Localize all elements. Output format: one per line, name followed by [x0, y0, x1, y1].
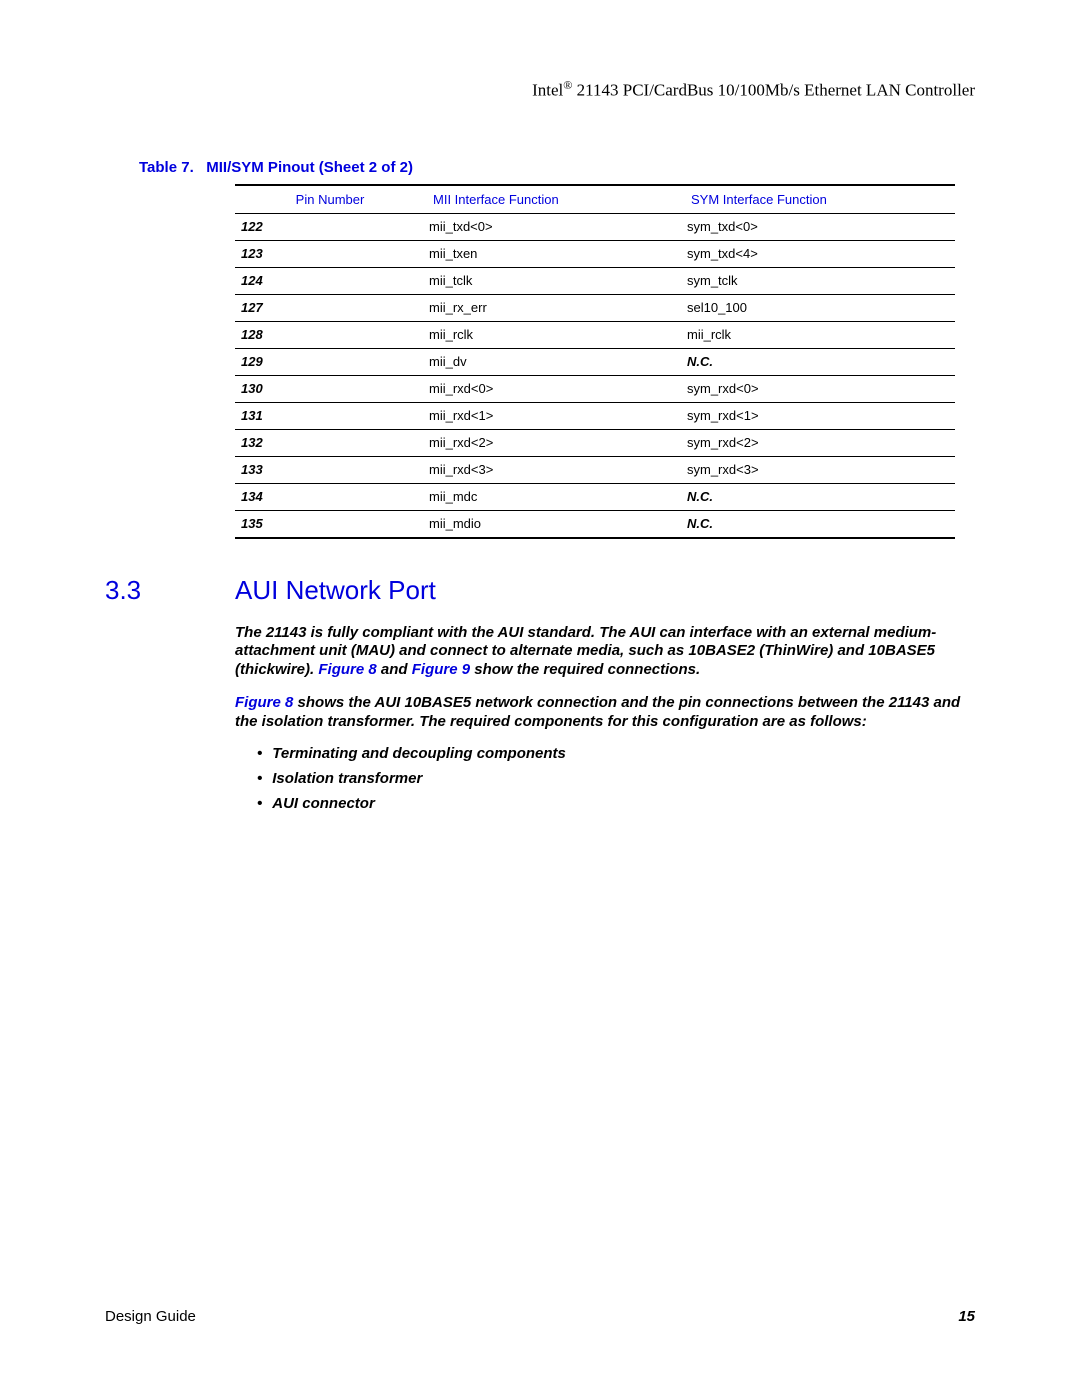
cell-mii: mii_rxd<1>: [425, 402, 683, 429]
cell-pin: 129: [235, 348, 425, 375]
table-row: 123mii_txensym_txd<4>: [235, 240, 955, 267]
cell-pin: 132: [235, 429, 425, 456]
cell-mii: mii_dv: [425, 348, 683, 375]
cell-mii: mii_tclk: [425, 267, 683, 294]
table-row: 134mii_mdcN.C.: [235, 483, 955, 510]
table-header-row: Pin Number MII Interface Function SYM In…: [235, 185, 955, 214]
cell-mii: mii_txd<0>: [425, 213, 683, 240]
table-row: 122mii_txd<0>sym_txd<0>: [235, 213, 955, 240]
footer-left: Design Guide: [105, 1308, 196, 1325]
cell-pin: 127: [235, 294, 425, 321]
table-row: 124mii_tclksym_tclk: [235, 267, 955, 294]
section-heading: 3.3 AUI Network Port: [105, 575, 975, 606]
cell-pin: 124: [235, 267, 425, 294]
cell-sym: sym_rxd<3>: [683, 456, 955, 483]
table-row: 133mii_rxd<3>sym_rxd<3>: [235, 456, 955, 483]
table-row: 132mii_rxd<2>sym_rxd<2>: [235, 429, 955, 456]
cell-sym: sym_rxd<1>: [683, 402, 955, 429]
table-caption: Table 7. MII/SYM Pinout (Sheet 2 of 2): [139, 159, 975, 176]
table-row: 128mii_rclkmii_rclk: [235, 321, 955, 348]
list-item: Terminating and decoupling components: [257, 745, 975, 764]
cell-sym: sym_rxd<0>: [683, 375, 955, 402]
cell-sym: N.C.: [683, 483, 955, 510]
cell-pin: 123: [235, 240, 425, 267]
cell-pin: 133: [235, 456, 425, 483]
table-row: 127mii_rx_errsel10_100: [235, 294, 955, 321]
cell-mii: mii_rx_err: [425, 294, 683, 321]
cell-pin: 134: [235, 483, 425, 510]
cell-mii: mii_mdio: [425, 510, 683, 538]
section-body: The 21143 is fully compliant with the AU…: [235, 624, 975, 814]
table-row: 130mii_rxd<0>sym_rxd<0>: [235, 375, 955, 402]
col-mii-function: MII Interface Function: [425, 185, 683, 214]
col-sym-function: SYM Interface Function: [683, 185, 955, 214]
registered-icon: ®: [563, 78, 572, 92]
cell-pin: 128: [235, 321, 425, 348]
list-item: AUI connector: [257, 795, 975, 814]
cell-pin: 135: [235, 510, 425, 538]
cell-sym: sel10_100: [683, 294, 955, 321]
pinout-table: Pin Number MII Interface Function SYM In…: [235, 184, 955, 539]
table-row: 135mii_mdioN.C.: [235, 510, 955, 538]
cell-sym: mii_rclk: [683, 321, 955, 348]
table-row: 129mii_dvN.C.: [235, 348, 955, 375]
cell-sym: sym_tclk: [683, 267, 955, 294]
cell-pin: 122: [235, 213, 425, 240]
list-item: Isolation transformer: [257, 770, 975, 789]
cell-sym: sym_rxd<2>: [683, 429, 955, 456]
cell-pin: 131: [235, 402, 425, 429]
page-number: 15: [958, 1308, 975, 1325]
section-number: 3.3: [105, 575, 235, 606]
col-pin-number: Pin Number: [235, 185, 425, 214]
cell-mii: mii_rxd<0>: [425, 375, 683, 402]
figure-ref-8[interactable]: Figure 8: [318, 661, 376, 678]
paragraph: Figure 8 shows the AUI 10BASE5 network c…: [235, 694, 975, 732]
page-header: Intel® 21143 PCI/CardBus 10/100Mb/s Ethe…: [105, 78, 975, 101]
cell-mii: mii_rclk: [425, 321, 683, 348]
cell-mii: mii_rxd<3>: [425, 456, 683, 483]
figure-ref-8b[interactable]: Figure 8: [235, 694, 293, 711]
page-footer: Design Guide 15: [105, 1308, 975, 1325]
cell-pin: 130: [235, 375, 425, 402]
table-row: 131mii_rxd<1>sym_rxd<1>: [235, 402, 955, 429]
paragraph: The 21143 is fully compliant with the AU…: [235, 624, 975, 680]
cell-sym: sym_txd<4>: [683, 240, 955, 267]
section-title: AUI Network Port: [235, 575, 436, 606]
brand: Intel: [532, 81, 563, 100]
cell-mii: mii_rxd<2>: [425, 429, 683, 456]
cell-sym: N.C.: [683, 510, 955, 538]
cell-mii: mii_mdc: [425, 483, 683, 510]
figure-ref-9[interactable]: Figure 9: [412, 661, 470, 678]
cell-mii: mii_txen: [425, 240, 683, 267]
header-title: 21143 PCI/CardBus 10/100Mb/s Ethernet LA…: [572, 81, 975, 100]
bullet-list: Terminating and decoupling components Is…: [235, 745, 975, 813]
cell-sym: N.C.: [683, 348, 955, 375]
cell-sym: sym_txd<0>: [683, 213, 955, 240]
